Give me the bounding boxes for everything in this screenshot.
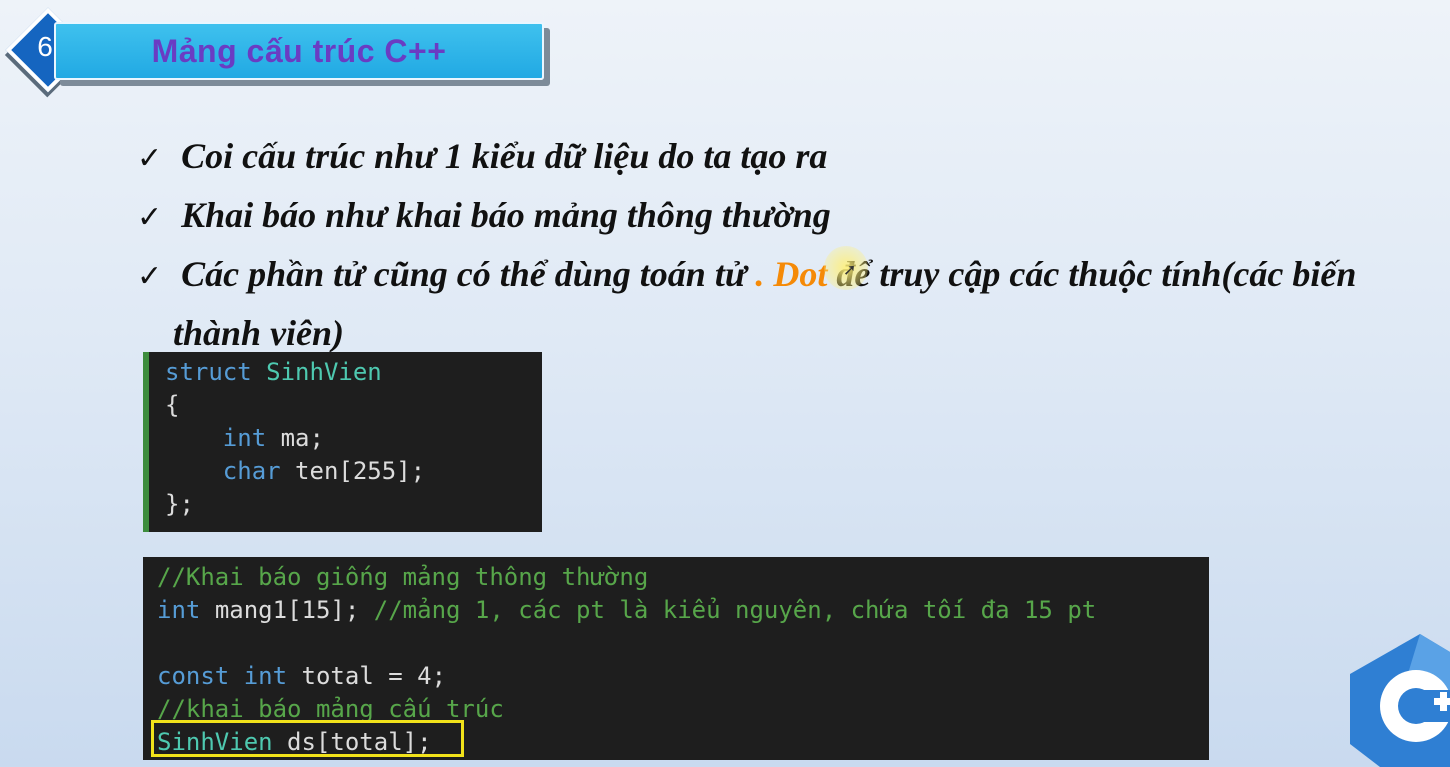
bullet-item-3: ✓ Các phần tử cũng có thể dùng toán tử .… [137,254,1357,294]
code-highlight-box [151,720,464,757]
bullet-item-2: ✓ Khai báo như khai báo mảng thông thườn… [137,195,831,235]
page-title: Mảng cấu trúc C++ [151,32,447,69]
code-block-struct: struct SinhVien { int ma; char ten[255];… [143,352,542,532]
bullet-list: ✓ Coi cấu trúc như 1 kiểu dữ liệu do ta … [137,128,1450,361]
check-icon: ✓ [137,200,163,235]
check-icon: ✓ [137,141,163,176]
title-banner: Mảng cấu trúc C++ [54,22,544,80]
dot-operator-label: . Dot [755,254,828,294]
check-icon: ✓ [137,259,163,294]
bullet-item-1: ✓ Coi cấu trúc như 1 kiểu dữ liệu do ta … [137,136,828,176]
cpp-logo-icon [1350,634,1450,767]
mouse-pointer-icon: ➚ [843,260,857,279]
